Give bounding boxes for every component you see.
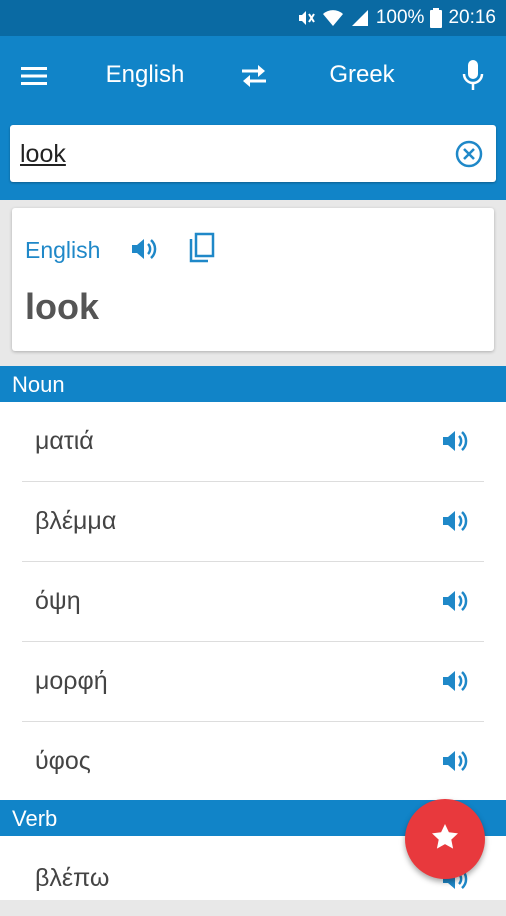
copy-icon[interactable] xyxy=(187,232,215,264)
section-title: Noun xyxy=(12,372,65,397)
card-word: look xyxy=(25,286,100,327)
search-input[interactable] xyxy=(20,137,440,171)
target-language-button[interactable]: Greek xyxy=(310,61,414,89)
speaker-icon[interactable] xyxy=(440,746,470,776)
battery-percent: 100% xyxy=(375,7,425,28)
menu-icon[interactable] xyxy=(18,60,50,92)
speaker-icon[interactable] xyxy=(440,506,470,536)
favorite-fab[interactable] xyxy=(405,799,485,879)
battery-icon xyxy=(430,8,443,28)
star-icon xyxy=(430,822,460,857)
section-header-noun: Noun xyxy=(0,366,506,402)
clock: 20:16 xyxy=(448,7,496,28)
list-item[interactable]: βλέμμα xyxy=(0,482,506,562)
translation-text: όψη xyxy=(35,587,81,615)
clear-icon[interactable] xyxy=(454,139,484,169)
card-language-label: English xyxy=(25,237,101,263)
list-item[interactable]: ματιά xyxy=(0,402,506,482)
result-card: English look xyxy=(12,208,494,351)
app-toolbar: English Greek xyxy=(0,36,506,116)
source-language-button[interactable]: English xyxy=(88,61,202,89)
speaker-icon[interactable] xyxy=(440,586,470,616)
list-item[interactable]: μορφή xyxy=(0,642,506,722)
mic-icon[interactable] xyxy=(459,58,487,94)
wifi-icon xyxy=(322,8,344,28)
speaker-icon[interactable] xyxy=(440,426,470,456)
search-area xyxy=(0,116,506,200)
swap-icon[interactable] xyxy=(238,60,270,92)
search-box xyxy=(10,125,496,182)
status-bar: 100% 20:16 xyxy=(0,0,506,36)
translation-text: μορφή xyxy=(35,667,108,695)
translation-text: βλέμμα xyxy=(35,507,117,535)
signal-icon xyxy=(350,8,370,28)
list-item[interactable]: όψη xyxy=(0,562,506,642)
translation-text: βλέπω xyxy=(35,864,110,892)
speaker-icon[interactable] xyxy=(129,234,159,264)
list-item[interactable]: ύφος xyxy=(0,722,506,802)
noun-list: ματιά βλέμμα όψη μορφή ύφος xyxy=(0,402,506,800)
translation-text: ύφος xyxy=(35,747,91,775)
translation-text: ματιά xyxy=(35,427,94,455)
section-title: Verb xyxy=(12,806,58,831)
speaker-icon[interactable] xyxy=(440,666,470,696)
status-icons: 100% 20:16 xyxy=(296,0,496,36)
mute-icon xyxy=(296,8,316,28)
